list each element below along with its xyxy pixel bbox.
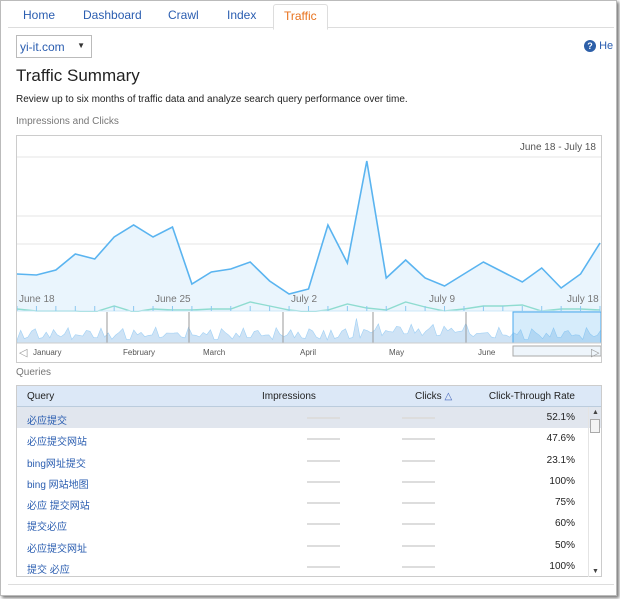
query-link[interactable]: 必应提交网址 (27, 540, 87, 555)
month-label: May (389, 348, 404, 357)
ctr-value: 60% (554, 518, 575, 530)
column-query[interactable]: Query (27, 391, 54, 402)
ctr-value: 100% (549, 475, 575, 487)
query-link[interactable]: bing 网站地图 (27, 476, 89, 491)
month-label: January (33, 348, 61, 357)
queries-table: Query Impressions Clicks △ Click-Through… (16, 385, 602, 577)
table-row[interactable]: 必应提交网站 47.6% (17, 428, 601, 449)
impressions-value-redacted (307, 502, 340, 505)
page-title: Traffic Summary (16, 66, 140, 85)
query-link[interactable]: 必应 提交网站 (27, 497, 90, 512)
x-tick-label: July 2 (291, 294, 318, 305)
month-label: April (300, 348, 316, 357)
help-link[interactable]: ? He (584, 40, 613, 52)
ctr-value: 52.1% (546, 412, 575, 423)
query-link[interactable]: 必应提交 (27, 412, 67, 427)
window: Home Dashboard Crawl Index Traffic yi-it… (0, 0, 617, 596)
month-label: June (478, 348, 496, 357)
table-header: Query Impressions Clicks △ Click-Through… (17, 386, 601, 407)
table-row[interactable]: 提交必应 60% (17, 513, 601, 534)
divider (8, 584, 614, 585)
chart-section-label: Impressions and Clicks (16, 116, 119, 127)
impressions-value-redacted (307, 523, 340, 526)
tab-home[interactable]: Home (23, 8, 55, 22)
x-tick-label: June 18 (19, 294, 55, 305)
month-label: March (203, 348, 225, 357)
impressions-value-redacted (307, 480, 340, 483)
x-tick-label: July 18 (567, 294, 599, 305)
table-row[interactable]: bing网址提交 23.1% (17, 450, 601, 471)
impressions-value-redacted (307, 544, 340, 547)
help-label: He (599, 40, 614, 52)
query-link[interactable]: 提交 必应 (27, 561, 70, 576)
query-link[interactable]: 提交必应 (27, 518, 67, 533)
impressions-value-redacted (307, 438, 340, 441)
clicks-value-redacted (402, 417, 435, 419)
ctr-value: 50% (554, 539, 575, 551)
month-label: February (123, 348, 155, 357)
queries-section-label: Queries (16, 367, 52, 378)
impressions-value-redacted (307, 566, 340, 569)
navigator-scrollbar (512, 345, 601, 357)
ctr-value: 23.1% (546, 454, 575, 466)
table-row[interactable]: 必应 提交网站 75% (17, 492, 601, 513)
table-row[interactable]: 必应提交网址 50% (17, 535, 601, 556)
tab-bar: Home Dashboard Crawl Index Traffic (8, 1, 614, 30)
scroll-thumb[interactable] (590, 419, 600, 433)
ctr-value: 100% (549, 561, 575, 573)
table-row[interactable]: 提交 必应 100% (17, 556, 601, 577)
clicks-value-redacted (402, 480, 435, 483)
clicks-value-redacted (402, 523, 435, 526)
table-scrollbar[interactable]: ▲ ▼ (588, 407, 601, 577)
x-tick-label: June 25 (155, 294, 191, 305)
x-tick-label: July 9 (429, 294, 456, 305)
date-range-label: June 18 - July 18 (519, 142, 596, 153)
tab-traffic[interactable]: Traffic (273, 4, 328, 30)
query-link[interactable]: bing网址提交 (27, 455, 86, 470)
ctr-value: 47.6% (546, 433, 575, 445)
scroll-up-icon[interactable]: ▲ (592, 409, 599, 416)
tab-dashboard[interactable]: Dashboard (83, 8, 142, 22)
chevron-down-icon: ▼ (77, 41, 85, 50)
site-select[interactable]: yi-it.com ▼ (16, 35, 92, 58)
query-link[interactable]: 必应提交网站 (27, 433, 87, 448)
column-clicks[interactable]: Clicks △ (415, 391, 452, 402)
clicks-value-redacted (402, 566, 435, 569)
column-ctr[interactable]: Click-Through Rate (489, 391, 575, 402)
scroll-left-icon: ◁ (19, 347, 28, 359)
sort-ascending-icon: △ (444, 391, 453, 402)
navigator-selection (512, 311, 601, 344)
scroll-right-icon: ▷ (591, 347, 600, 359)
column-impressions[interactable]: Impressions (262, 391, 316, 402)
site-select-value: yi-it.com (20, 40, 65, 54)
tab-crawl[interactable]: Crawl (168, 8, 199, 22)
table-row[interactable]: bing 网站地图 100% (17, 471, 601, 492)
column-clicks-label: Clicks (415, 391, 442, 402)
table-row[interactable]: 必应提交 52.1% (17, 407, 601, 429)
page-description: Review up to six months of traffic data … (16, 94, 408, 105)
clicks-value-redacted (402, 544, 435, 547)
chart-canvas[interactable]: June 18 June 25 July 2 July 9 July 18 January… (17, 136, 601, 362)
traffic-chart: June 18 June 25 July 2 July 9 July 18 January… (16, 135, 602, 363)
impressions-value-redacted (307, 459, 340, 462)
help-icon: ? (584, 40, 596, 52)
clicks-value-redacted (402, 502, 435, 505)
scroll-down-icon[interactable]: ▼ (592, 568, 599, 575)
clicks-value-redacted (402, 459, 435, 462)
clicks-value-redacted (402, 438, 435, 441)
tab-index[interactable]: Index (227, 8, 256, 22)
impressions-value-redacted (307, 417, 340, 419)
ctr-value: 75% (554, 497, 575, 509)
